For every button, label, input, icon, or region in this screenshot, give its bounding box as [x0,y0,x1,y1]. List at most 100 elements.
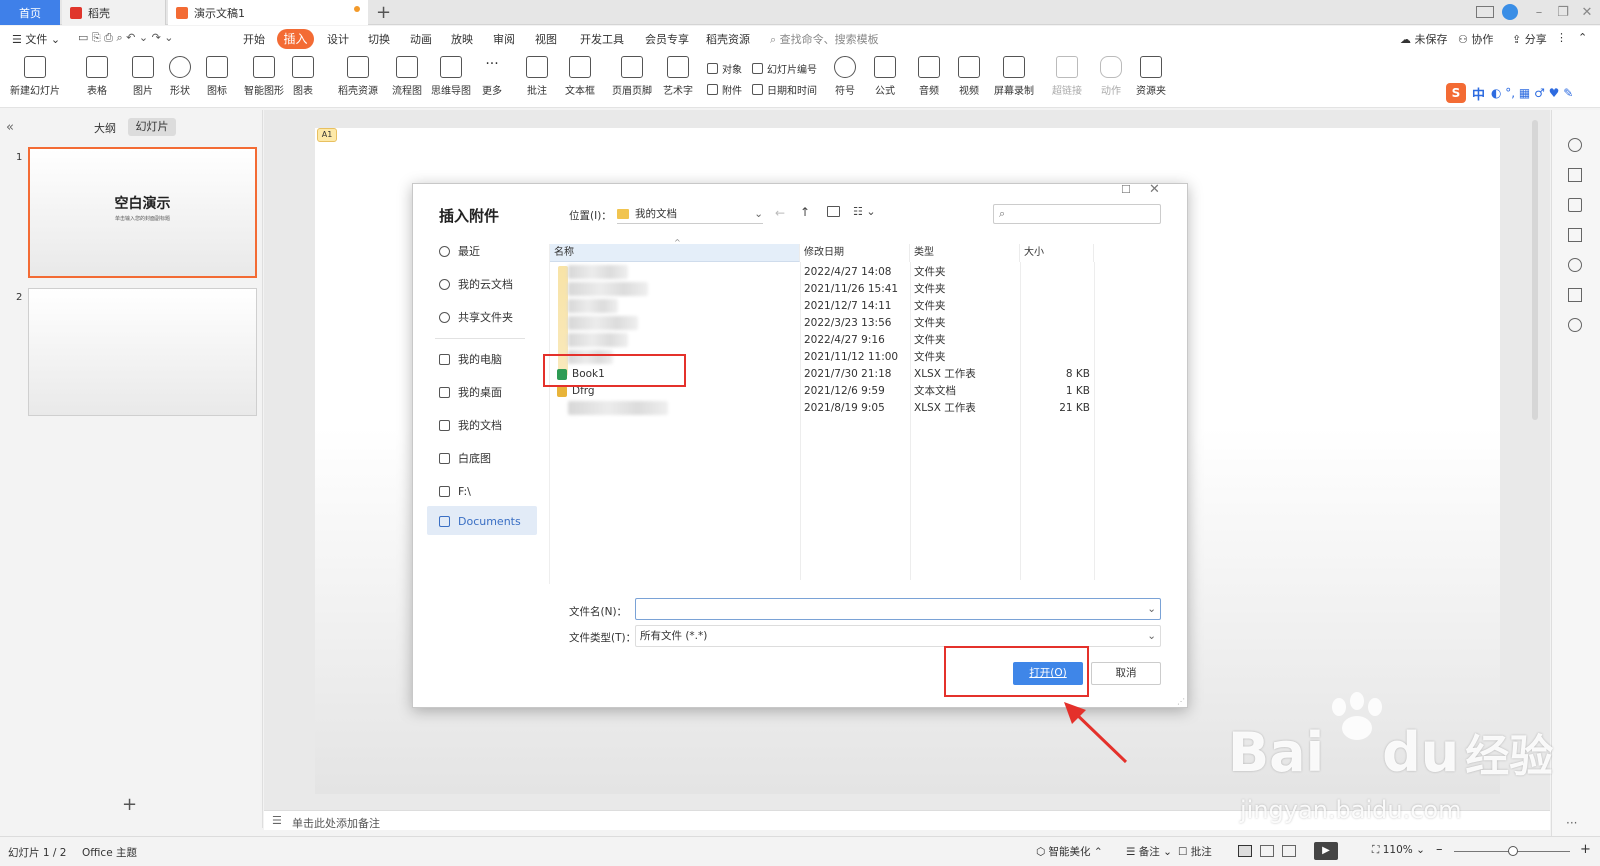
minimize-icon[interactable]: – [1528,3,1550,23]
share-button[interactable]: ⇪ 分享 [1512,31,1547,47]
help-icon[interactable] [1568,258,1582,272]
smart-beautify-button[interactable]: ⬡ 智能美化 ⌃ [1036,844,1103,859]
zoom-in-icon[interactable]: + [1580,842,1591,857]
slide-switch-icon[interactable] [1568,228,1582,242]
symbol-button[interactable]: 符号 [834,56,856,97]
menu-slideshow[interactable]: 放映 [451,31,473,47]
add-slide-icon[interactable]: + [122,794,137,815]
menu-developer[interactable]: 开发工具 [580,31,624,47]
nav-documents[interactable]: Documents [439,510,521,532]
dialog-search-input[interactable]: ⌕ [993,204,1161,224]
filename-input[interactable]: ⌄ [635,598,1161,620]
theme-icon[interactable] [1568,138,1582,152]
tab-daoke[interactable]: 稻壳 [62,0,166,25]
attachment-button[interactable]: 附件 [707,82,742,97]
zoom-slider-handle[interactable] [1508,846,1518,856]
mindmap-button[interactable]: 思维导图 [431,56,471,97]
backup-icon[interactable] [1568,288,1582,302]
normal-view-icon[interactable] [1238,845,1252,857]
location-dropdown[interactable]: 我的文档 ⌄ [617,204,763,224]
unsaved-status[interactable]: ☁ 未保存 [1400,31,1448,47]
wordart-button[interactable]: 艺术字 [663,56,693,97]
menu-start[interactable]: 开始 [243,31,265,47]
notes-bar[interactable]: ☰ 单击此处添加备注 [264,810,1550,830]
nav-baidi[interactable]: 白底图 [439,447,491,469]
slide-number-button[interactable]: 幻灯片编号 [752,61,817,76]
column-date[interactable]: 修改日期 [800,244,910,262]
close-dialog-icon[interactable]: ✕ [1149,182,1160,197]
theme-name[interactable]: Office 主题 [82,845,137,860]
play-slideshow-icon[interactable]: ▶ [1314,842,1338,860]
avatar[interactable] [1502,4,1518,20]
close-window-icon[interactable]: ✕ [1576,3,1598,23]
file-list[interactable]: 名称 修改日期 类型 大小 ^ 2022/4/27 14:08 文件夹 2021… [549,238,1171,584]
back-arrow-icon[interactable]: ← [775,206,785,220]
header-footer-button[interactable]: 页眉页脚 [612,56,652,97]
properties-icon[interactable] [1568,168,1582,182]
nav-shared-folder[interactable]: 共享文件夹 [439,306,513,328]
comment-toggle-button[interactable]: ☐ 批注 [1178,844,1212,859]
icon-button[interactable]: 图标 [206,56,228,97]
vertical-scrollbar[interactable] [1530,118,1540,818]
menu-daoke-resources[interactable]: 稻壳资源 [706,31,750,47]
location-icon[interactable] [1568,318,1582,332]
shape-button[interactable]: 形状 [169,56,191,97]
slide-thumbnail-1[interactable]: 空白演示 单击输入您的封面副标题 [28,147,257,278]
chart-button[interactable]: 图表 [292,56,314,97]
command-search[interactable]: ⌕ 查找命令、搜索模板 [770,31,879,47]
column-size[interactable]: 大小 [1020,244,1094,262]
notes-toggle-button[interactable]: ☰ 备注 ⌄ [1126,844,1172,859]
daoke-resources-button[interactable]: 稻壳资源 [338,56,378,97]
nav-desktop[interactable]: 我的桌面 [439,381,502,403]
menu-review[interactable]: 审阅 [493,31,515,47]
menu-member[interactable]: 会员专享 [645,31,689,47]
up-folder-icon[interactable]: ↑ [800,205,810,219]
collapse-ribbon-icon[interactable]: ⌃ [1578,31,1587,44]
resource-folder-button[interactable]: 资源夹 [1136,56,1166,97]
reading-view-icon[interactable] [1282,845,1296,857]
sorter-view-icon[interactable] [1260,845,1274,857]
slide-thumbnail-2[interactable] [28,288,257,416]
tab-slides[interactable]: 幻灯片 [128,118,176,136]
maximize-dialog-icon[interactable]: ☐ [1121,183,1131,196]
nav-recent[interactable]: 最近 [439,240,480,262]
screen-record-button[interactable]: 屏幕录制 [994,56,1034,97]
more-options-icon[interactable]: ⋮ [1556,31,1567,44]
quick-access-icons[interactable]: ▭ ⎘ ⎙ ⌕ ↶ ⌄ ↷ ⌄ [78,31,174,45]
animation-icon[interactable] [1568,198,1582,212]
formula-button[interactable]: 公式 [874,56,896,97]
smart-graphic-button[interactable]: 智能图形 [244,56,284,97]
audio-button[interactable]: 音频 [918,56,940,97]
layout-icon[interactable] [1476,6,1494,18]
filetype-select[interactable]: 所有文件 (*.*) ⌄ [635,625,1161,647]
cancel-button[interactable]: 取消 [1091,662,1161,685]
nav-cloud-docs[interactable]: 我的云文档 [439,273,513,295]
comment-badge[interactable]: A1 [317,128,337,142]
new-tab-icon[interactable]: + [376,2,391,23]
collaborate-button[interactable]: ⚇ 协作 [1458,31,1493,47]
scroll-thumb[interactable] [1532,120,1538,420]
menu-design[interactable]: 设计 [327,31,349,47]
hyperlink-button[interactable]: 超链接 [1052,56,1082,97]
action-button[interactable]: 动作 [1100,56,1122,97]
view-mode-icon[interactable]: ☷ ⌄ [853,205,876,218]
menu-animation[interactable]: 动画 [410,31,432,47]
nav-drive-f[interactable]: F:\ [439,480,471,502]
new-folder-icon[interactable] [827,206,840,217]
menu-insert[interactable]: 插入 [277,29,314,49]
menu-view[interactable]: 视图 [535,31,557,47]
textbox-button[interactable]: 文本框 [565,56,595,97]
tab-outline[interactable]: 大纲 [94,120,116,136]
more-tools-icon[interactable]: ··· [1566,816,1577,830]
nav-my-documents[interactable]: 我的文档 [439,414,502,436]
collapse-panel-icon[interactable]: « [6,120,14,135]
table-button[interactable]: 表格 [86,56,108,97]
video-button[interactable]: 视频 [958,56,980,97]
object-button[interactable]: 对象 [707,61,742,76]
tab-document[interactable]: 演示文稿1 [168,0,368,25]
restore-icon[interactable]: ❐ [1552,3,1574,23]
menu-transition[interactable]: 切换 [368,31,390,47]
nav-my-computer[interactable]: 我的电脑 [439,348,502,370]
tab-home[interactable]: 首页 [0,0,60,25]
picture-button[interactable]: 图片 [132,56,154,97]
